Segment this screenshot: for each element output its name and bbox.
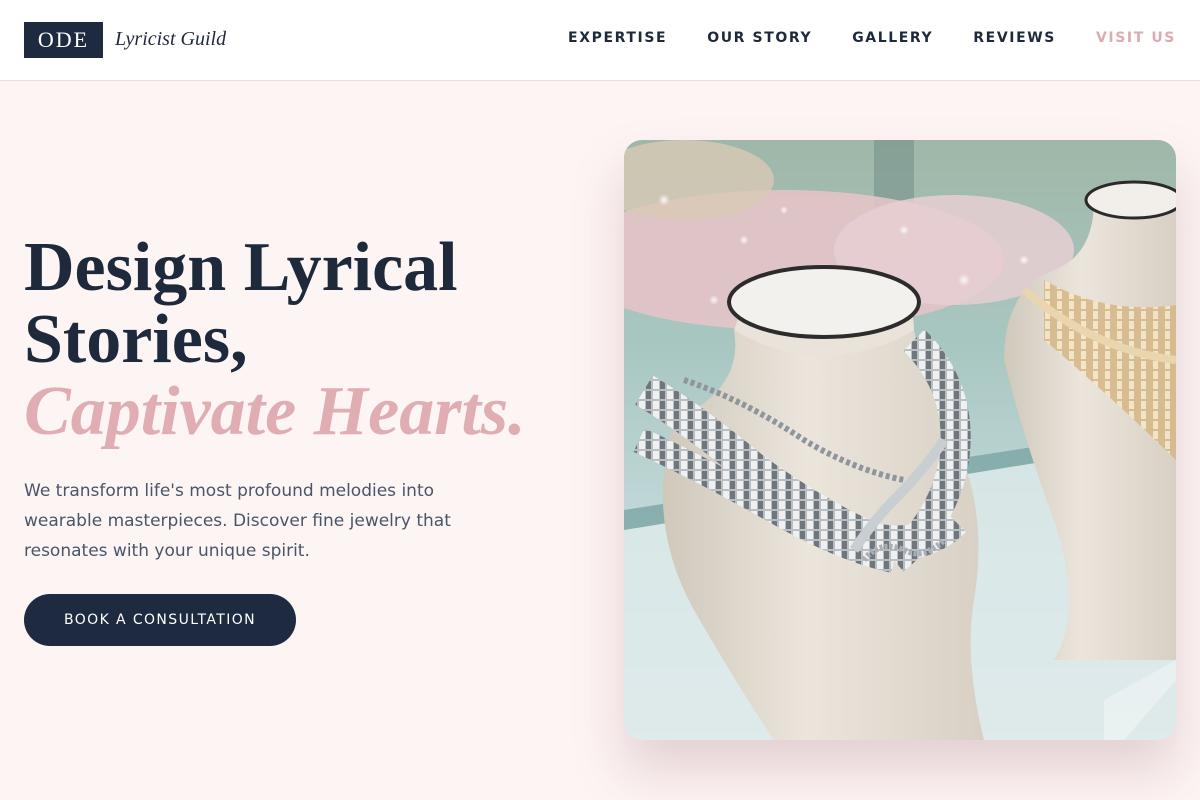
site-header: ODE Lyricist Guild EXPERTISE OUR STORY G…	[0, 0, 1200, 81]
hero-title-line-1: Design Lyrical	[24, 229, 458, 306]
hero-description: We transform life's most profound melodi…	[24, 481, 451, 561]
necklace-display-illustration	[624, 140, 1176, 740]
nav-link-visit-us[interactable]: VISIT US	[1096, 30, 1176, 46]
hero-title-line-2: Stories,	[24, 301, 248, 378]
hero-title: Design Lyrical Stories, Captivate Hearts…	[24, 232, 526, 448]
main-nav: EXPERTISE OUR STORY GALLERY REVIEWS VISI…	[568, 30, 1176, 46]
nav-link-gallery[interactable]: GALLERY	[852, 30, 933, 46]
nav-link-expertise[interactable]: EXPERTISE	[568, 30, 667, 46]
nav-link-our-story[interactable]: OUR STORY	[707, 30, 812, 46]
hero-jewelry-image	[624, 140, 1176, 740]
brand-name[interactable]: Lyricist Guild	[115, 28, 226, 51]
hero-title-accent: Captivate Hearts.	[24, 373, 526, 450]
nav-link-reviews[interactable]: REVIEWS	[973, 30, 1056, 46]
logo[interactable]: ODE	[24, 22, 103, 58]
book-consultation-button[interactable]: BOOK A CONSULTATION	[24, 594, 296, 646]
